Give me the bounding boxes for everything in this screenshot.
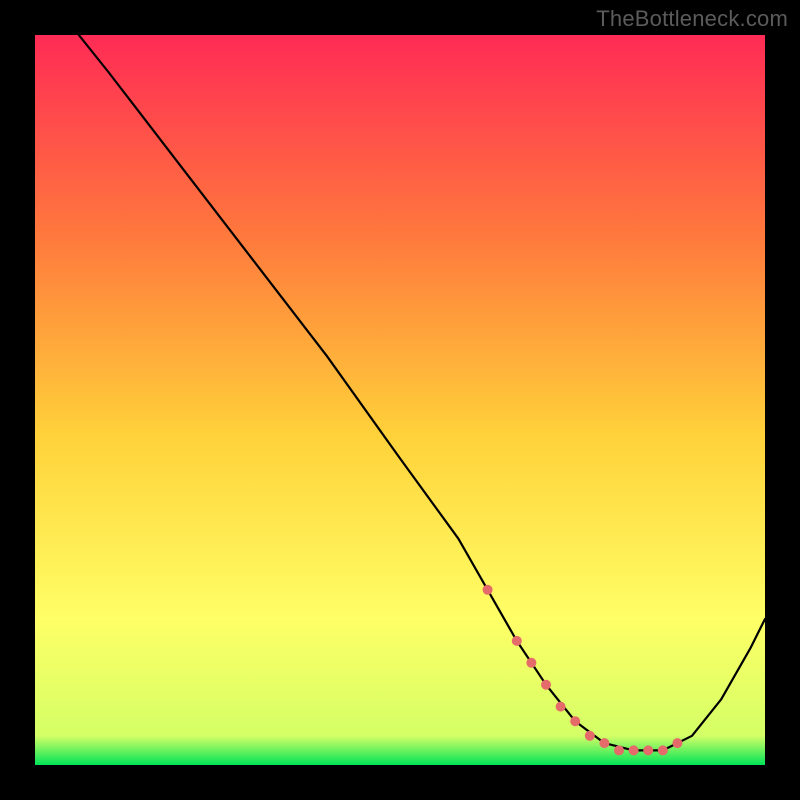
marker-dot [658,745,668,755]
marker-dot [643,745,653,755]
gradient-background [35,35,765,765]
marker-dot [599,738,609,748]
marker-dot [526,658,536,668]
watermark-text: TheBottleneck.com [596,6,788,32]
marker-dot [556,702,566,712]
marker-dot [483,585,493,595]
plot-area [35,35,765,765]
marker-dot [629,745,639,755]
marker-dot [570,716,580,726]
marker-dot [672,738,682,748]
marker-dot [614,745,624,755]
marker-dot [512,636,522,646]
chart-frame: TheBottleneck.com [0,0,800,800]
chart-svg [35,35,765,765]
marker-dot [585,731,595,741]
marker-dot [541,680,551,690]
